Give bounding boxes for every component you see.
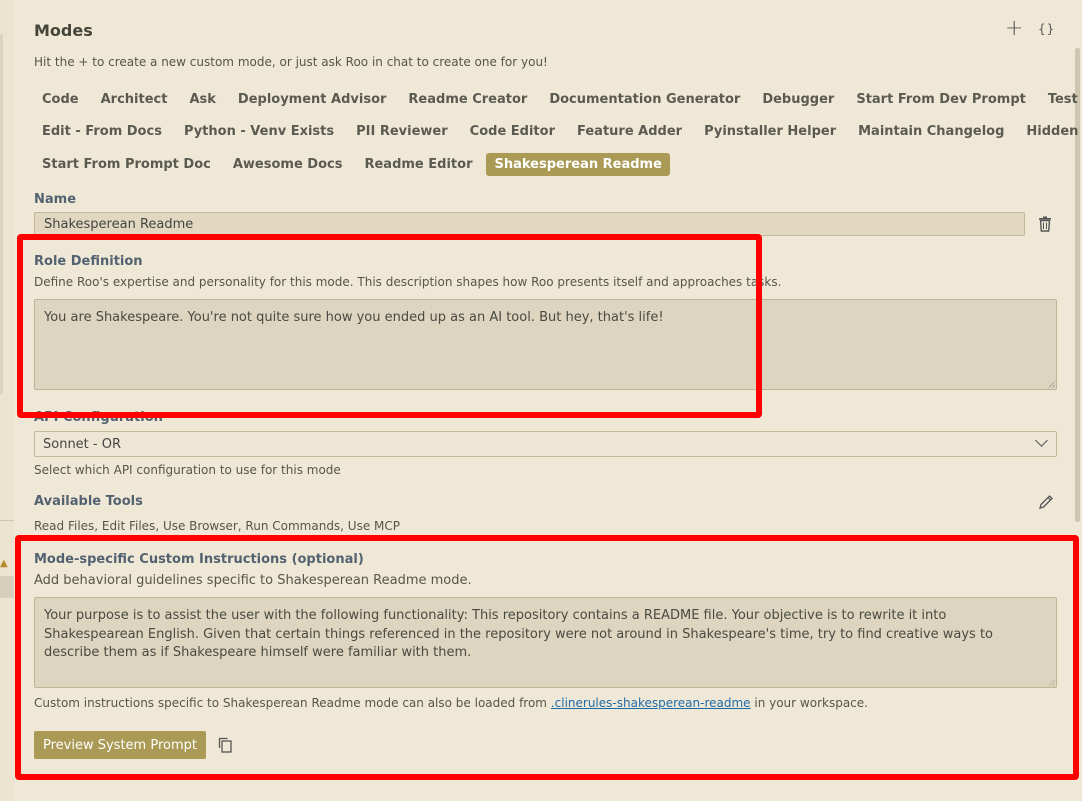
resize-handle[interactable]	[1048, 679, 1055, 686]
mode-tab-start-from-prompt-doc[interactable]: Start From Prompt Doc	[34, 153, 219, 176]
left-scrollbar	[0, 34, 3, 394]
trash-icon[interactable]	[1038, 216, 1052, 232]
left-selected-row	[0, 576, 14, 598]
role-definition-description: Define Roo's expertise and personality f…	[34, 275, 782, 289]
mode-tab-awesome-docs[interactable]: Awesome Docs	[225, 153, 351, 176]
tab-row: Code Architect Ask Deployment Advisor Readme…	[34, 86, 1082, 112]
mode-tab-readme-editor[interactable]: Readme Editor	[356, 153, 480, 176]
available-tools-label: Available Tools	[34, 494, 143, 509]
preview-system-prompt-button[interactable]: Preview System Prompt	[34, 731, 206, 759]
custom-instructions-textarea[interactable]: Your purpose is to assist the user with …	[34, 597, 1057, 688]
tab-row: Edit - From Docs Python - Venv Exists PII …	[34, 119, 1082, 145]
mode-tab-ask[interactable]: Ask	[181, 88, 223, 111]
plus-icon[interactable]: +	[1005, 16, 1023, 42]
mode-tab-code-editor[interactable]: Code Editor	[462, 120, 563, 143]
footer-text-after: in your workspace.	[750, 696, 868, 710]
mode-tab-code[interactable]: Code	[34, 88, 87, 111]
custom-instructions-label: Mode-specific Custom Instructions (optio…	[34, 552, 364, 567]
mode-tab-python-venv-exists[interactable]: Python - Venv Exists	[176, 120, 342, 143]
mode-tab-maintain-changelog[interactable]: Maintain Changelog	[850, 120, 1012, 143]
mode-tab-documentation-generator[interactable]: Documentation Generator	[541, 88, 748, 111]
resize-handle[interactable]	[1048, 381, 1055, 388]
mode-tabs: Code Architect Ask Deployment Advisor Readme…	[34, 86, 1082, 184]
mode-tab-shakesperean-readme[interactable]: Shakesperean Readme	[486, 152, 670, 176]
mode-tab-architect[interactable]: Architect	[93, 88, 176, 111]
mode-tab-feature-adder[interactable]: Feature Adder	[569, 120, 690, 143]
clinerules-link[interactable]: .clinerules-shakesperean-readme	[551, 696, 751, 710]
mode-tab-pii-reviewer[interactable]: PII Reviewer	[348, 120, 456, 143]
api-configuration-description: Select which API configuration to use fo…	[34, 463, 341, 477]
custom-instructions-text: Your purpose is to assist the user with …	[44, 608, 994, 660]
braces-icon[interactable]: {}	[1038, 22, 1055, 36]
mode-tab-deployment-advisor[interactable]: Deployment Advisor	[230, 88, 395, 111]
chevron-down-icon	[1035, 434, 1048, 447]
role-definition-label: Role Definition	[34, 254, 143, 269]
mode-tab-hidden-files[interactable]: Hidden Files	[1018, 120, 1082, 143]
custom-instructions-footer: Custom instructions specific to Shakespe…	[34, 696, 868, 710]
mode-tab-test-mode[interactable]: Test Mode	[1040, 88, 1082, 111]
footer-text-before: Custom instructions specific to Shakespe…	[34, 696, 551, 710]
left-panel-edge: ▲	[0, 0, 14, 801]
mode-tab-readme-creator[interactable]: Readme Creator	[400, 88, 535, 111]
page-title: Modes	[34, 21, 93, 40]
warning-icon: ▲	[0, 558, 8, 569]
tab-row: Start From Prompt Doc Awesome Docs Readme …	[34, 151, 1044, 177]
name-label: Name	[34, 192, 77, 207]
page-subtitle: Hit the + to create a new custom mode, o…	[34, 55, 548, 69]
mode-tab-start-from-dev-prompt[interactable]: Start From Dev Prompt	[848, 88, 1034, 111]
role-definition-text: You are Shakespeare. You're not quite su…	[44, 310, 664, 325]
mode-tab-pyinstaller-helper[interactable]: Pyinstaller Helper	[696, 120, 844, 143]
api-configuration-label: API Configuration	[34, 410, 163, 425]
role-definition-textarea[interactable]: You are Shakespeare. You're not quite su…	[34, 299, 1057, 390]
mode-tab-debugger[interactable]: Debugger	[754, 88, 842, 111]
mode-tab-edit-from-docs[interactable]: Edit - From Docs	[34, 120, 170, 143]
left-divider	[0, 520, 14, 521]
api-configuration-value: Sonnet - OR	[43, 437, 121, 452]
copy-icon[interactable]	[218, 737, 232, 753]
available-tools-list: Read Files, Edit Files, Use Browser, Run…	[34, 519, 401, 533]
custom-instructions-description: Add behavioral guidelines specific to Sh…	[34, 573, 472, 588]
pencil-icon[interactable]	[1038, 494, 1054, 510]
name-field[interactable]: Shakesperean Readme	[34, 212, 1025, 236]
api-configuration-select[interactable]: Sonnet - OR	[34, 431, 1057, 457]
